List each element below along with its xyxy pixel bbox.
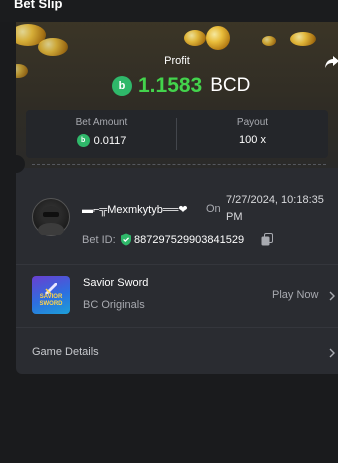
bet-amount-value: 0.0117: [93, 134, 127, 147]
game-details-label[interactable]: Game Details: [32, 346, 99, 358]
copy-icon[interactable]: [261, 233, 273, 246]
verified-shield-icon: [121, 233, 131, 246]
share-icon[interactable]: [324, 54, 338, 70]
bet-stats: Bet Amount b 0.0117 Payout 100 x: [26, 110, 328, 158]
game-details-row[interactable]: Game Details: [16, 328, 338, 374]
game-provider: BC Originals: [83, 299, 145, 311]
bc-coin-icon: b: [76, 134, 90, 147]
on-label: On: [206, 203, 221, 215]
page-title: Bet Slip: [14, 0, 63, 11]
avatar[interactable]: [32, 198, 70, 237]
payout-label: Payout: [236, 117, 269, 128]
bet-id-label: Bet ID:: [82, 234, 116, 246]
game-thumb-text: SAVIOR SWORD: [39, 294, 63, 307]
chevron-right-icon[interactable]: [328, 348, 336, 358]
payout-stat: Payout 100 x: [177, 110, 328, 158]
avatar-figure-icon: [38, 206, 64, 237]
bet-slip-card: Profit b 1.1583 BCD Bet Amount b 0.0117 …: [16, 22, 338, 374]
sword-icon: [45, 283, 57, 294]
play-now-button[interactable]: Play Now: [272, 289, 318, 301]
game-name[interactable]: Savior Sword: [83, 277, 148, 289]
username[interactable]: ▬⌐╦Mexmkytyb══❤: [82, 203, 188, 216]
dashed-divider: [32, 164, 326, 165]
bet-amount-stat: Bet Amount b 0.0117: [26, 110, 177, 158]
game-thumbnail[interactable]: SAVIOR SWORD: [32, 276, 70, 314]
bc-coin-icon: b: [112, 76, 132, 96]
stats-divider: [176, 118, 177, 150]
profit-value: 1.1583: [138, 74, 203, 97]
bet-timestamp: 7/27/2024, 10:18:35 PM: [226, 194, 324, 223]
chevron-right-icon[interactable]: [328, 291, 336, 301]
payout-value: 100 x: [239, 134, 266, 146]
bet-amount-label: Bet Amount: [75, 117, 128, 128]
bet-amount-value-row: b 0.0117: [26, 134, 177, 147]
profit-label: Profit: [164, 55, 190, 67]
bet-id-value: 887297529903841529: [134, 234, 245, 246]
profit-currency: BCD: [210, 75, 251, 96]
header-bar: Bet Slip: [0, 0, 338, 22]
profit-amount: b 1.1583 BCD: [112, 72, 250, 100]
bet-user-info: ▬⌐╦Mexmkytyb══❤ On 7/27/2024, 10:18:35 P…: [16, 188, 338, 258]
game-row[interactable]: SAVIOR SWORD Savior Sword BC Originals P…: [16, 265, 338, 325]
